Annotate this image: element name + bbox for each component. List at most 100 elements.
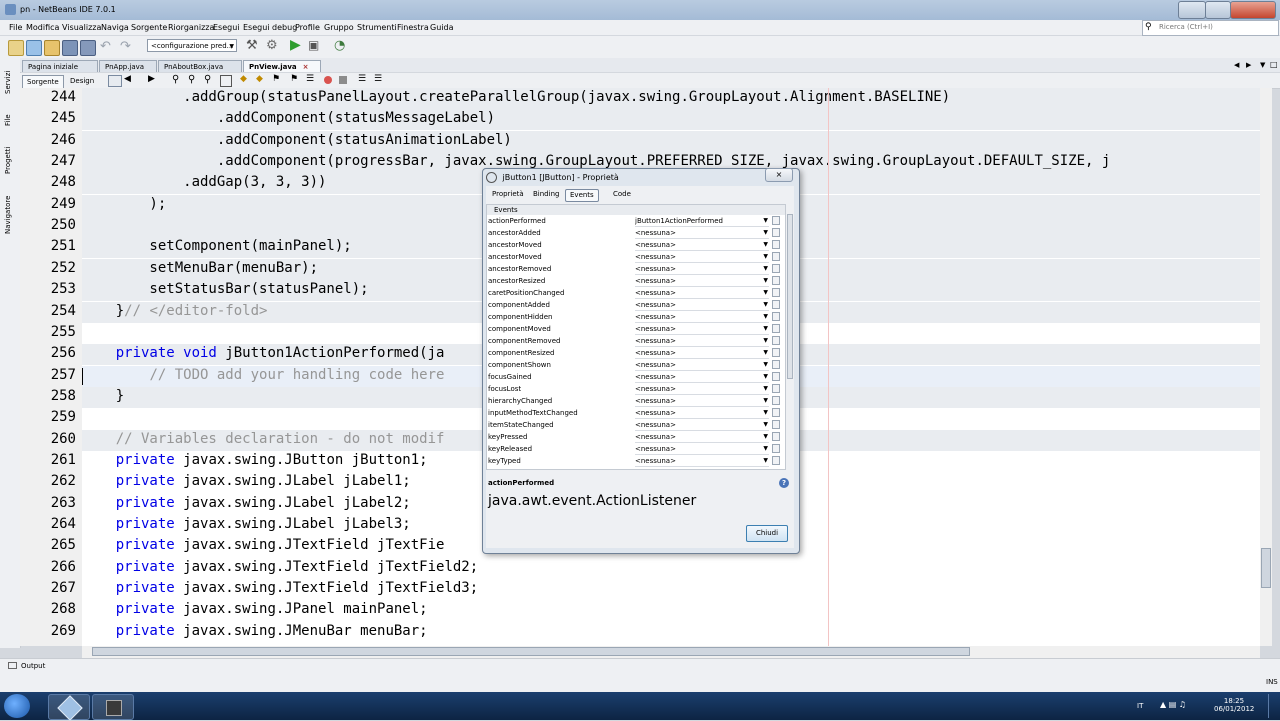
event-row[interactable]: focusLost <nessuna> ▼: [487, 383, 785, 395]
design-mode-button[interactable]: Design: [66, 75, 98, 87]
save-all-icon[interactable]: [62, 40, 78, 56]
show-desktop-button[interactable]: [1268, 694, 1279, 718]
event-handler-select[interactable]: <nessuna> ▼: [635, 264, 769, 275]
event-row[interactable]: componentHidden <nessuna> ▼: [487, 311, 785, 323]
toggle-bookmark-icon[interactable]: ⚑: [290, 74, 298, 84]
profile-icon[interactable]: ◔: [334, 38, 345, 53]
code-line[interactable]: .addComponent(statusMessageLabel): [82, 109, 1260, 131]
event-row[interactable]: componentRemoved <nessuna> ▼: [487, 335, 785, 347]
ellipsis-button[interactable]: [772, 324, 780, 333]
redo-icon[interactable]: ↷: [120, 39, 131, 54]
ellipsis-button[interactable]: [772, 372, 780, 381]
ellipsis-button[interactable]: [772, 276, 780, 285]
event-row[interactable]: caretPositionChanged <nessuna> ▼: [487, 287, 785, 299]
menu-naviga[interactable]: Naviga: [101, 23, 129, 32]
forward-icon[interactable]: ▶: [148, 74, 155, 84]
menu-file[interactable]: File: [9, 23, 22, 32]
horizontal-scrollbar-thumb[interactable]: [92, 647, 970, 656]
toggle-highlight-icon[interactable]: [220, 75, 232, 87]
ellipsis-button[interactable]: [772, 288, 780, 297]
code-line[interactable]: private javax.swing.JTextField jTextFiel…: [82, 558, 1260, 579]
comment-icon[interactable]: ☰: [306, 74, 314, 84]
shift-right-icon[interactable]: ◆: [256, 74, 263, 84]
code-line[interactable]: private javax.swing.JMenuBar menuBar;: [82, 622, 1260, 643]
event-row[interactable]: ancestorResized <nessuna> ▼: [487, 275, 785, 287]
tab-binding[interactable]: Binding: [529, 189, 563, 200]
tray-icons[interactable]: ▲ ▤ ♫: [1160, 700, 1186, 709]
event-row[interactable]: keyTyped <nessuna> ▼: [487, 455, 785, 467]
maximize-editor-icon[interactable]: □: [1270, 60, 1278, 69]
event-handler-select[interactable]: <nessuna> ▼: [635, 276, 769, 287]
language-indicator[interactable]: IT: [1137, 702, 1143, 710]
new-file-icon[interactable]: [8, 40, 24, 56]
toggle-comment-icon[interactable]: ☰: [358, 74, 366, 84]
event-row[interactable]: hierarchyChanged <nessuna> ▼: [487, 395, 785, 407]
tab-pagina-iniziale[interactable]: Pagina iniziale: [22, 60, 98, 72]
code-line[interactable]: private javax.swing.JPanel mainPanel;: [82, 600, 1260, 621]
ellipsis-button[interactable]: [772, 456, 780, 465]
close-dialog-button[interactable]: Chiudi: [746, 525, 788, 542]
tab-scroll-right-icon[interactable]: ▶: [1246, 61, 1251, 69]
event-handler-select[interactable]: jButton1ActionPerformed ▼: [635, 216, 769, 227]
ellipsis-button[interactable]: [772, 384, 780, 393]
undo-icon[interactable]: ↶: [100, 39, 111, 54]
menu-gruppo[interactable]: Gruppo: [324, 23, 354, 32]
tab-code[interactable]: Code: [609, 189, 635, 200]
menu-esegui[interactable]: Esegui: [213, 23, 240, 32]
tab-pnview[interactable]: PnView.java ×: [243, 60, 321, 72]
search-input[interactable]: ⚲ Ricerca (Ctrl+I): [1142, 20, 1279, 36]
ellipsis-button[interactable]: [772, 264, 780, 273]
event-handler-select[interactable]: <nessuna> ▼: [635, 228, 769, 239]
event-handler-select[interactable]: <nessuna> ▼: [635, 456, 769, 467]
tab-list-icon[interactable]: ▼: [1260, 61, 1265, 69]
property-sheet-scrollbar-thumb[interactable]: [787, 214, 793, 379]
shift-left-icon[interactable]: ◆: [240, 74, 247, 84]
ellipsis-button[interactable]: [772, 348, 780, 357]
event-row[interactable]: componentAdded <nessuna> ▼: [487, 299, 785, 311]
ellipsis-button[interactable]: [772, 240, 780, 249]
event-row[interactable]: keyPressed <nessuna> ▼: [487, 431, 785, 443]
minimize-button[interactable]: [1178, 1, 1206, 19]
event-handler-select[interactable]: <nessuna> ▼: [635, 432, 769, 443]
side-tab-file[interactable]: File: [4, 106, 16, 126]
clean-build-icon[interactable]: ⚙: [266, 38, 278, 53]
record-macro-icon[interactable]: [324, 76, 332, 84]
open-project-icon[interactable]: [44, 40, 60, 56]
event-handler-select[interactable]: <nessuna> ▼: [635, 360, 769, 371]
run-icon[interactable]: ▶: [290, 37, 301, 53]
event-row[interactable]: ancestorRemoved <nessuna> ▼: [487, 263, 785, 275]
event-row[interactable]: actionPerformed jButton1ActionPerformed ▼: [487, 215, 785, 227]
configuration-select[interactable]: <configurazione pred... ▼: [147, 39, 237, 52]
stop-macro-icon[interactable]: [339, 76, 347, 84]
ellipsis-button[interactable]: [772, 396, 780, 405]
output-tab[interactable]: Output: [21, 662, 45, 670]
find-icon[interactable]: ⚲: [172, 74, 179, 85]
save-icon[interactable]: [80, 40, 96, 56]
source-mode-button[interactable]: Sorgente: [22, 75, 64, 89]
event-handler-select[interactable]: <nessuna> ▼: [635, 408, 769, 419]
new-project-icon[interactable]: [26, 40, 42, 56]
ellipsis-button[interactable]: [772, 312, 780, 321]
event-handler-select[interactable]: <nessuna> ▼: [635, 336, 769, 347]
ellipsis-button[interactable]: [772, 444, 780, 453]
menu-modifica[interactable]: Modifica: [26, 23, 59, 32]
last-edit-icon[interactable]: [108, 75, 122, 87]
event-row[interactable]: ancestorMoved <nessuna> ▼: [487, 251, 785, 263]
menu-profile[interactable]: Profile: [295, 23, 320, 32]
bookmark-icon[interactable]: ⚑: [272, 74, 280, 84]
code-line[interactable]: .addComponent(statusAnimationLabel): [82, 130, 1260, 152]
menu-strumenti[interactable]: Strumenti: [357, 23, 397, 32]
tab-scroll-left-icon[interactable]: ◀: [1234, 61, 1239, 69]
taskbar-clock[interactable]: 18:25 06/01/2012: [1214, 697, 1254, 713]
find-previous-icon[interactable]: ⚲: [188, 74, 195, 85]
back-icon[interactable]: ◀: [124, 74, 131, 84]
close-window-button[interactable]: [1230, 1, 1276, 19]
dialog-close-icon[interactable]: ×: [765, 168, 793, 182]
menu-visualizza[interactable]: Visualizza: [62, 23, 101, 32]
code-line[interactable]: .addGroup(statusPanelLayout.createParall…: [82, 88, 1260, 109]
event-handler-select[interactable]: <nessuna> ▼: [635, 420, 769, 431]
ellipsis-button[interactable]: [772, 420, 780, 429]
ellipsis-button[interactable]: [772, 252, 780, 261]
event-row[interactable]: inputMethodTextChanged <nessuna> ▼: [487, 407, 785, 419]
event-handler-select[interactable]: <nessuna> ▼: [635, 384, 769, 395]
